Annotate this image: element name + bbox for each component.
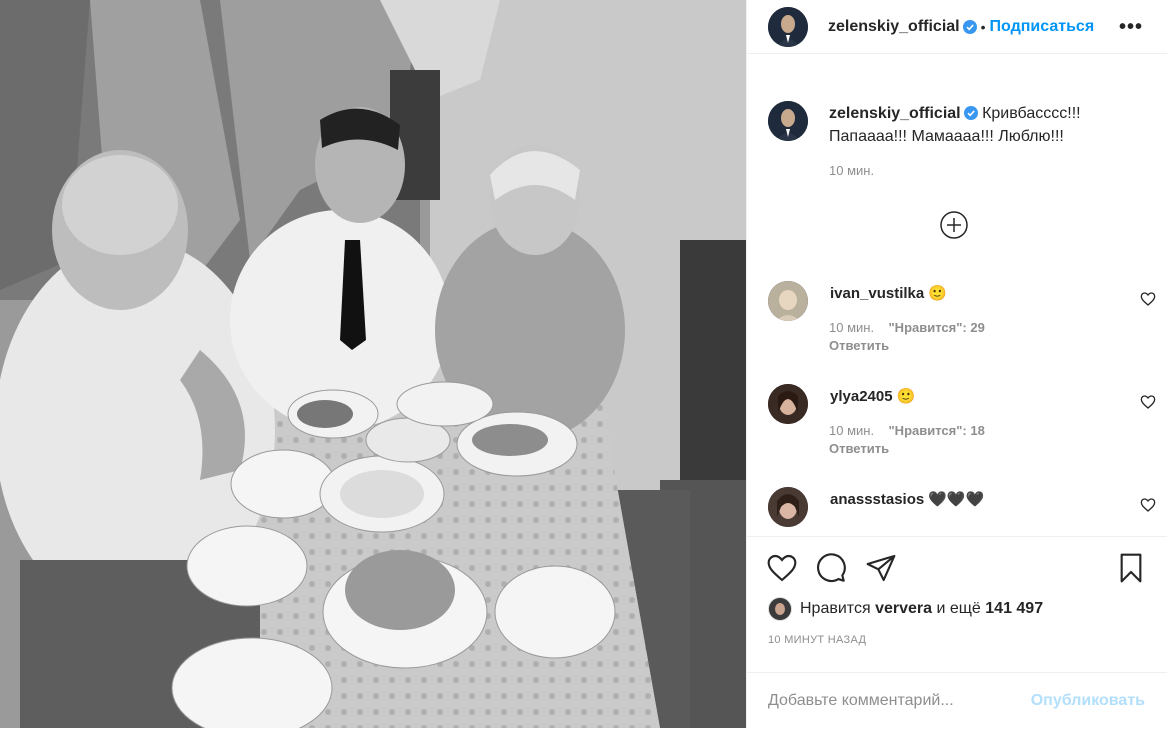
liker-username[interactable]: ververa	[875, 600, 932, 617]
commenter-avatar[interactable]	[768, 281, 808, 321]
comment-meta: 10 мин. "Нравится": 29	[829, 320, 985, 335]
separator-dot: •	[980, 18, 986, 35]
heart-icon[interactable]	[766, 552, 798, 584]
more-options-button[interactable]: •••	[1119, 16, 1143, 39]
author-avatar[interactable]	[768, 6, 808, 47]
caption-username[interactable]: zelenskiy_official	[829, 105, 961, 122]
likes-text: Нравится ververa и ещё 141 497	[800, 600, 1043, 618]
comment-text: 🙂	[928, 285, 947, 302]
likes-summary: Нравится ververa и ещё 141 497	[768, 597, 1043, 621]
comment-item: anassstasios 🖤🖤🖤	[768, 487, 1158, 535]
comment-item: ylya2405 🙂 10 мин. "Нравится": 18 Ответит…	[768, 384, 1158, 456]
caption-time: 10 мин.	[829, 163, 875, 178]
post-modal: zelenskiy_official • Подписаться ••• zel…	[0, 0, 1167, 728]
commenter-avatar[interactable]	[768, 487, 808, 527]
post-photo[interactable]	[0, 0, 746, 728]
reply-button[interactable]: Ответить	[829, 441, 889, 456]
comment-time: 10 мин.	[829, 423, 875, 438]
likes-prefix: Нравится	[800, 600, 871, 617]
post-header: zelenskiy_official • Подписаться •••	[747, 0, 1167, 54]
family-dinner-photo	[0, 0, 746, 728]
action-bar: Нравится ververa и ещё 141 497 10 минут …	[747, 536, 1167, 647]
commenter-username[interactable]: ivan_vustilka	[830, 285, 924, 302]
follow-button[interactable]: Подписаться	[990, 18, 1095, 36]
comment-meta: 10 мин. "Нравится": 18	[829, 423, 985, 438]
comment-text: 🙂	[896, 388, 916, 405]
bookmark-icon[interactable]	[1115, 552, 1147, 584]
publish-button[interactable]: Опубликовать	[1031, 692, 1145, 710]
post-caption: zelenskiy_official Кривбасссс!!! Папаааа…	[768, 101, 1148, 148]
caption-author-avatar[interactable]	[768, 101, 808, 141]
comment-icon[interactable]	[815, 552, 847, 584]
plus-circle-icon[interactable]	[940, 211, 968, 239]
comment-input[interactable]	[768, 692, 1008, 710]
comment-likes[interactable]: "Нравится": 29	[889, 320, 985, 335]
comment-likes[interactable]: "Нравится": 18	[889, 423, 985, 438]
reply-button[interactable]: Ответить	[829, 338, 889, 353]
comment-item: ivan_vustilka 🙂 10 мин. "Нравится": 29 От…	[768, 281, 1158, 353]
comment-text: 🖤🖤🖤	[928, 491, 985, 508]
heart-icon[interactable]	[1140, 497, 1156, 513]
likes-count[interactable]: 141 497	[985, 600, 1043, 617]
verified-badge-icon	[962, 19, 977, 34]
verified-badge-icon	[963, 104, 978, 120]
heart-icon[interactable]	[1140, 291, 1156, 307]
send-icon[interactable]	[865, 552, 897, 584]
commenter-username[interactable]: anassstasios	[830, 491, 924, 508]
likes-and-more: и ещё	[936, 600, 981, 617]
commenter-avatar[interactable]	[768, 384, 808, 424]
heart-icon[interactable]	[1140, 394, 1156, 410]
post-side-panel: zelenskiy_official • Подписаться ••• zel…	[746, 0, 1167, 728]
commenter-username[interactable]: ylya2405	[830, 388, 893, 405]
post-timestamp[interactable]: 10 минут назад	[768, 634, 866, 646]
liker-avatar[interactable]	[768, 597, 792, 621]
add-comment-bar: Опубликовать	[747, 672, 1167, 729]
caption-text-block: zelenskiy_official Кривбасссс!!! Папаааа…	[829, 102, 1148, 148]
author-username[interactable]: zelenskiy_official	[828, 18, 960, 36]
comment-time: 10 мин.	[829, 320, 875, 335]
